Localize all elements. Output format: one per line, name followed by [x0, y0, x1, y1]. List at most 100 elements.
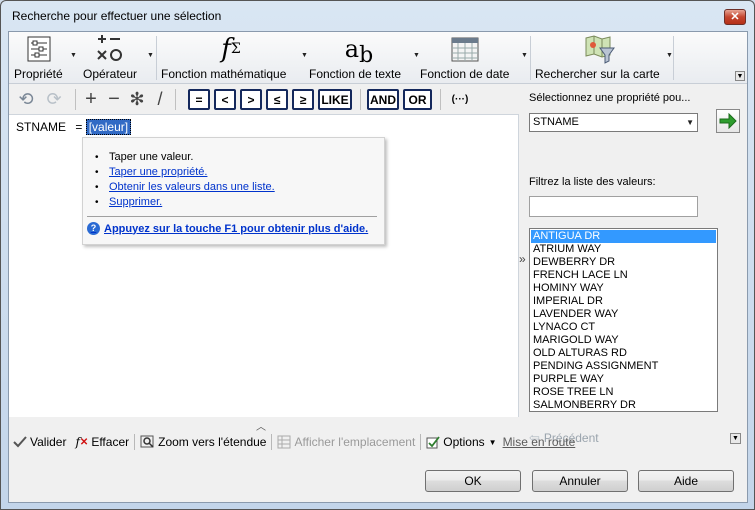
close-button[interactable]: ✕: [724, 9, 746, 25]
help-icon: ?: [87, 222, 100, 235]
getting-started-link[interactable]: Mise en route: [503, 435, 576, 449]
operator-bar: ⟲ ⟳ + − ✻ / = < > ≤ ≥ LIKE AND OR (···): [9, 85, 519, 113]
options-button[interactable]: Options ▼: [426, 435, 497, 449]
chevron-down-icon: ▼: [147, 52, 154, 59]
title-bar[interactable]: Recherche pour effectuer une sélection ✕: [1, 1, 754, 31]
like-button[interactable]: LIKE: [318, 89, 352, 110]
dialog-client: ▼ Propriété ▼ Opérateur fΣ ▼ Fonction ma…: [8, 31, 748, 503]
window-title: Recherche pour effectuer une sélection: [12, 9, 222, 23]
splitter-chevron-icon[interactable]: »: [519, 252, 529, 266]
command-separator: [420, 434, 422, 450]
or-button[interactable]: OR: [403, 89, 432, 110]
redo-icon[interactable]: ⟳: [43, 89, 65, 110]
expression-property[interactable]: STNAME: [16, 120, 66, 134]
list-item[interactable]: PENDING ASSIGNMENT: [531, 360, 716, 373]
list-item[interactable]: DEWBERRY DR: [531, 256, 716, 269]
location-grid-icon: [277, 435, 291, 449]
filter-input[interactable]: [529, 196, 698, 217]
checkmark-icon: [13, 436, 27, 448]
clear-label: Effacer: [91, 435, 130, 449]
undo-icon[interactable]: ⟲: [15, 89, 37, 110]
equal-button[interactable]: =: [188, 89, 210, 110]
hint-item-get-values[interactable]: • Obtenir les valeurs dans une liste.: [95, 180, 275, 195]
minus-icon[interactable]: −: [104, 88, 124, 110]
checkbox-icon: [426, 435, 440, 449]
list-item[interactable]: IMPERIAL DR: [531, 295, 716, 308]
text-function-icon: ab: [344, 35, 374, 68]
property-dropdown[interactable]: STNAME ▼: [529, 113, 698, 132]
hint-item-delete[interactable]: • Supprimer.: [95, 195, 275, 210]
list-item[interactable]: SALMONBERRY DR: [531, 399, 716, 411]
less-equal-button[interactable]: ≤: [266, 89, 288, 110]
validate-button[interactable]: Valider: [13, 435, 66, 449]
list-item[interactable]: HOMINY WAY: [531, 282, 716, 295]
ribbon-text-function[interactable]: ab ▼ Fonction de texte: [309, 34, 421, 82]
greater-equal-button[interactable]: ≥: [292, 89, 314, 110]
command-separator: [271, 434, 273, 450]
greater-than-button[interactable]: >: [240, 89, 262, 110]
ribbon-separator: [530, 36, 531, 80]
parentheses-button[interactable]: (···): [445, 89, 475, 110]
clear-button[interactable]: f ✕ Effacer: [75, 435, 129, 449]
values-list[interactable]: ANTIGUA DR ATRIUM WAY DEWBERRY DR FRENCH…: [529, 228, 718, 412]
filter-label: Filtrez la liste des valeurs:: [529, 176, 656, 188]
hint-item-type-value: • Taper une valeur.: [95, 151, 194, 163]
help-link[interactable]: ? Appuyez sur la touche F1 pour obtenir …: [87, 222, 368, 235]
hint-item-type-property[interactable]: • Taper une propriété.: [95, 165, 275, 180]
list-item[interactable]: ANTIGUA DR: [531, 230, 716, 243]
and-button[interactable]: AND: [367, 89, 399, 110]
ribbon-separator: [673, 36, 674, 80]
ribbon-label-text: Fonction de texte: [309, 67, 402, 81]
toolbar-separator: [360, 89, 361, 110]
show-location-button[interactable]: Afficher l'emplacement: [277, 435, 415, 449]
ribbon-operator[interactable]: ▼ Opérateur: [81, 34, 154, 82]
divide-icon[interactable]: /: [150, 89, 170, 110]
help-button[interactable]: Aide: [638, 470, 734, 492]
toolbar-separator: [75, 89, 76, 110]
list-item[interactable]: MARIGOLD WAY: [531, 334, 716, 347]
right-arrow-icon: [719, 113, 737, 129]
ribbon-label-property: Propriété: [14, 67, 63, 81]
expression-value-token[interactable]: [valeur]: [85, 119, 132, 135]
list-item[interactable]: OLD ALTURAS RD: [531, 347, 716, 360]
ribbon-label-map: Rechercher sur la carte: [535, 67, 660, 81]
expression-operator[interactable]: =: [75, 120, 82, 134]
map-filter-icon: [583, 34, 617, 64]
cancel-button[interactable]: Annuler: [532, 470, 628, 492]
list-item[interactable]: PURPLE WAY: [531, 373, 716, 386]
chevron-down-icon: ▼: [70, 52, 77, 59]
zoom-to-extent-button[interactable]: Zoom vers l'étendue: [140, 435, 266, 449]
validate-label: Valider: [30, 435, 67, 449]
list-item[interactable]: FRENCH LACE LN: [531, 269, 716, 282]
zoom-icon: [140, 435, 155, 449]
ribbon-map-search[interactable]: ▼ Rechercher sur la carte: [535, 34, 673, 82]
options-label: Options: [443, 435, 485, 449]
list-item[interactable]: LAVENDER WAY: [531, 308, 716, 321]
property-list-icon: [26, 34, 52, 64]
list-item[interactable]: ROSE TREE LN: [531, 386, 716, 399]
operator-icon: [93, 34, 127, 64]
calendar-icon: [450, 34, 480, 64]
plus-icon[interactable]: +: [81, 88, 101, 110]
dialog-window: Recherche pour effectuer une sélection ✕…: [0, 0, 755, 510]
expression-editor[interactable]: STNAME = [valeur] • Taper une valeur. • Ta…: [9, 114, 519, 417]
ribbon-overflow-button[interactable]: ▼: [735, 71, 745, 81]
ribbon-toolbar: ▼ Propriété ▼ Opérateur fΣ ▼ Fonction ma…: [9, 32, 747, 84]
multiply-icon[interactable]: ✻: [127, 89, 147, 110]
ribbon-property[interactable]: ▼ Propriété: [12, 34, 77, 82]
list-item[interactable]: ATRIUM WAY: [531, 243, 716, 256]
less-than-button[interactable]: <: [214, 89, 236, 110]
ribbon-label-date: Fonction de date: [420, 67, 510, 81]
popup-divider: [87, 216, 377, 217]
chevron-down-icon: ▼: [413, 52, 420, 59]
ribbon-label-operator: Opérateur: [83, 67, 138, 81]
list-item[interactable]: LYNACO CT: [531, 321, 716, 334]
go-button[interactable]: [716, 109, 740, 133]
expression-line: STNAME = [valeur]: [16, 119, 132, 135]
chevron-down-icon: ▼: [666, 52, 673, 59]
ok-button[interactable]: OK: [425, 470, 521, 492]
chevron-down-icon: ▼: [686, 118, 694, 127]
ribbon-math-function[interactable]: fΣ ▼ Fonction mathématique: [161, 34, 309, 82]
value-panel: Sélectionnez une propriété pou... STNAME…: [529, 85, 747, 445]
ribbon-date-function[interactable]: ▼ Fonction de date: [420, 34, 530, 82]
